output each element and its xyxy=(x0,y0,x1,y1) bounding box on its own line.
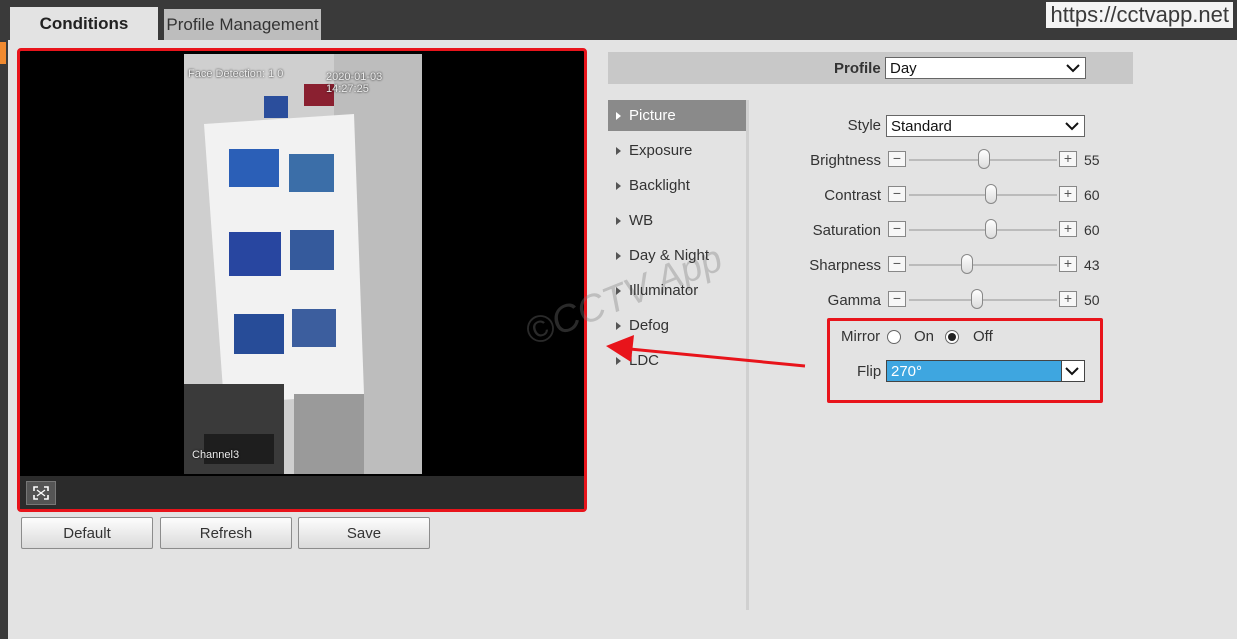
contrast-increase-button[interactable]: + xyxy=(1059,186,1077,202)
nav-label: Exposure xyxy=(629,142,693,159)
fullscreen-icon xyxy=(33,486,49,500)
nav-label: Illuminator xyxy=(629,282,699,299)
style-value: Standard xyxy=(891,117,952,135)
saturation-label: Saturation xyxy=(812,222,881,239)
overlay-timestamp: 2020-01-03 14:27:25 xyxy=(326,71,383,95)
nav-item-day-night[interactable]: Day & Night xyxy=(608,240,746,271)
mirror-on-radio[interactable] xyxy=(887,330,901,344)
saturation-slider-track[interactable] xyxy=(909,229,1057,231)
nav-label: Backlight xyxy=(629,177,690,194)
contrast-label: Contrast xyxy=(824,187,881,204)
chevron-down-icon xyxy=(1065,122,1079,131)
fullscreen-button[interactable] xyxy=(26,481,56,505)
mirror-label: Mirror xyxy=(841,328,881,345)
default-button[interactable]: Default xyxy=(21,517,153,549)
gamma-label: Gamma xyxy=(827,292,881,309)
profile-select[interactable]: Day xyxy=(885,57,1086,79)
mirror-off-label: Off xyxy=(973,328,993,345)
style-select[interactable]: Standard xyxy=(886,115,1085,137)
profile-value: Day xyxy=(890,59,917,77)
caret-right-icon xyxy=(616,146,621,155)
nav-label: Defog xyxy=(629,317,670,334)
overlay-channel: Channel3 xyxy=(192,449,240,461)
saturation-increase-button[interactable]: + xyxy=(1059,221,1077,237)
saturation-slider-thumb[interactable] xyxy=(984,219,997,239)
caret-right-icon xyxy=(616,111,621,120)
video-preview: Face Detection: 1 0 2020-01-03 14:27:25 … xyxy=(17,48,587,512)
nav-item-wb[interactable]: WB xyxy=(608,205,746,236)
tab-conditions[interactable]: Conditions xyxy=(10,7,158,40)
sharpness-increase-button[interactable]: + xyxy=(1059,256,1077,272)
sharpness-label: Sharpness xyxy=(809,257,881,274)
saturation-decrease-button[interactable]: − xyxy=(888,221,906,237)
flip-label: Flip xyxy=(857,363,882,380)
camera-scene-graphic xyxy=(184,54,422,474)
watermark-url: https://cctvapp.net xyxy=(1046,2,1233,28)
sharpness-slider-track[interactable] xyxy=(909,264,1057,266)
caret-right-icon xyxy=(616,216,621,225)
sharpness-decrease-button[interactable]: − xyxy=(888,256,906,272)
flip-select[interactable]: 270° xyxy=(886,360,1085,382)
camera-image: Face Detection: 1 0 2020-01-03 14:27:25 … xyxy=(184,54,422,474)
nav-divider xyxy=(746,100,749,610)
nav-label: WB xyxy=(629,212,654,229)
brightness-decrease-button[interactable]: − xyxy=(888,151,906,167)
overlay-title: Face Detection: 1 0 xyxy=(188,68,284,80)
caret-right-icon xyxy=(616,251,621,260)
nav-label: LDC xyxy=(629,352,660,369)
brightness-increase-button[interactable]: + xyxy=(1059,151,1077,167)
brightness-value: 55 xyxy=(1084,152,1100,168)
sharpness-value: 43 xyxy=(1084,257,1100,273)
brightness-label: Brightness xyxy=(810,152,881,169)
save-button[interactable]: Save xyxy=(298,517,430,549)
nav-item-exposure[interactable]: Exposure xyxy=(608,135,746,166)
gamma-slider-thumb[interactable] xyxy=(971,289,983,309)
tab-profile-management[interactable]: Profile Management xyxy=(164,9,321,40)
style-label: Style xyxy=(847,117,881,134)
contrast-decrease-button[interactable]: − xyxy=(888,186,906,202)
chevron-down-icon xyxy=(1066,64,1080,73)
profile-label: Profile xyxy=(834,60,881,77)
caret-right-icon xyxy=(616,356,621,365)
contrast-slider-track[interactable] xyxy=(909,194,1057,196)
contrast-slider-thumb[interactable] xyxy=(984,184,997,204)
flip-value: 270° xyxy=(891,362,923,380)
contrast-value: 60 xyxy=(1084,187,1100,203)
brightness-slider-thumb[interactable] xyxy=(977,149,990,169)
left-indicator xyxy=(0,42,6,64)
profile-bar: Profile Day xyxy=(608,52,1133,84)
flip-dropdown-toggle[interactable] xyxy=(1061,361,1084,381)
nav-item-ldc[interactable]: LDC xyxy=(608,345,746,376)
saturation-value: 60 xyxy=(1084,222,1100,238)
nav-item-picture[interactable]: Picture xyxy=(608,100,746,131)
gamma-increase-button[interactable]: + xyxy=(1059,291,1077,307)
refresh-button[interactable]: Refresh xyxy=(160,517,292,549)
gamma-decrease-button[interactable]: − xyxy=(888,291,906,307)
mirror-off-radio[interactable] xyxy=(945,330,959,344)
gamma-slider-track[interactable] xyxy=(909,299,1057,301)
left-strip xyxy=(0,40,8,639)
caret-right-icon xyxy=(616,286,621,295)
nav-label: Picture xyxy=(629,107,676,124)
gamma-value: 50 xyxy=(1084,292,1100,308)
chevron-down-icon xyxy=(1065,367,1079,376)
caret-right-icon xyxy=(616,181,621,190)
mirror-on-label: On xyxy=(914,328,935,345)
settings-nav: Picture Exposure Backlight WB Day & Nigh… xyxy=(608,100,746,610)
nav-item-illuminator[interactable]: Illuminator xyxy=(608,275,746,306)
caret-right-icon xyxy=(616,321,621,330)
nav-item-defog[interactable]: Defog xyxy=(608,310,746,341)
nav-item-backlight[interactable]: Backlight xyxy=(608,170,746,201)
video-toolbar xyxy=(20,476,584,509)
sharpness-slider-thumb[interactable] xyxy=(961,254,974,274)
nav-label: Day & Night xyxy=(629,247,710,264)
